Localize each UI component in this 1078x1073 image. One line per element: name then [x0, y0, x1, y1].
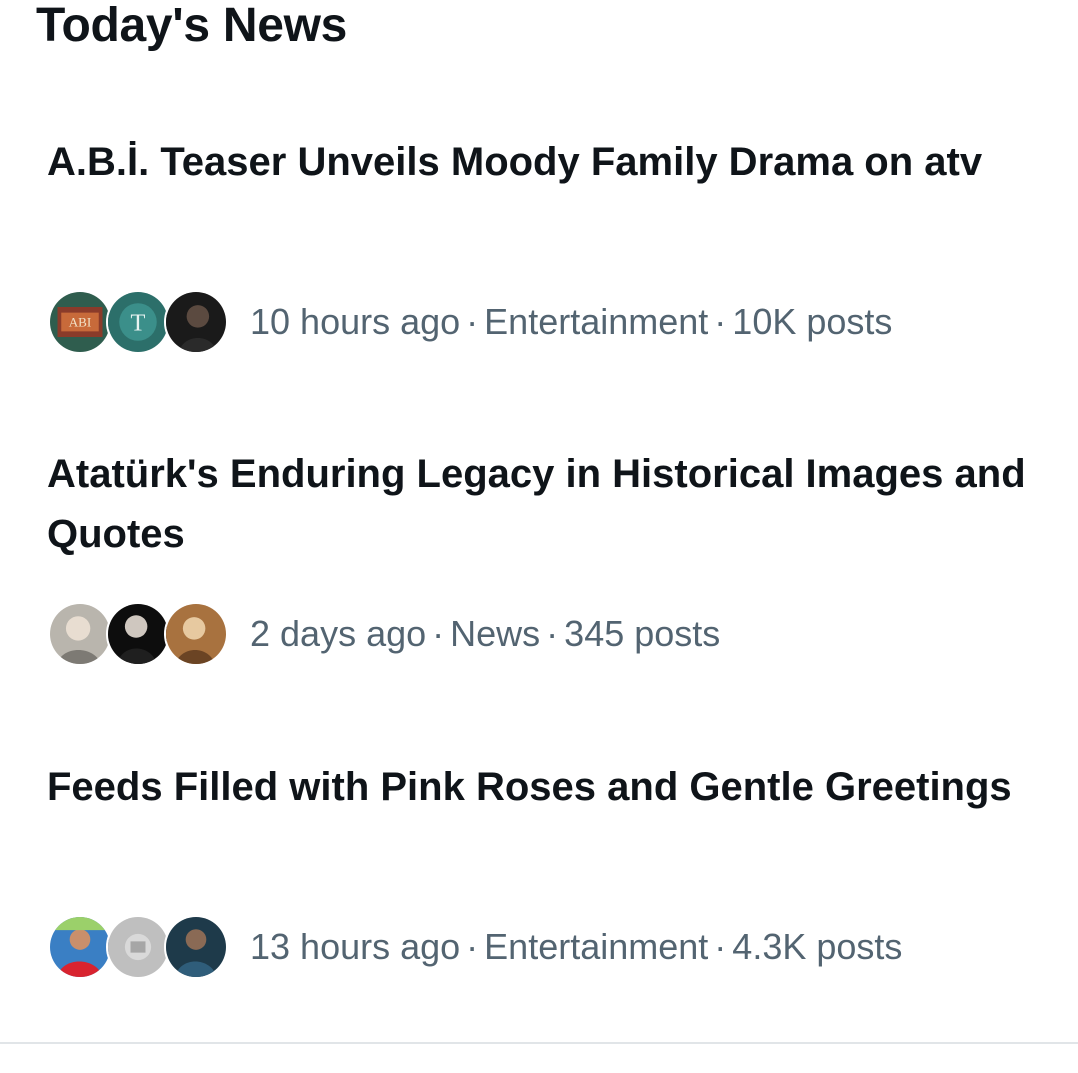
news-post-count: 345 posts: [564, 613, 721, 654]
separator-dot: ·: [466, 301, 479, 342]
avatar-stack: ABI T: [48, 288, 228, 356]
man-portrait-avatar: [106, 602, 170, 666]
separator-dot: ·: [466, 926, 479, 967]
news-time: 10 hours ago: [250, 301, 461, 342]
news-category: Entertainment: [484, 301, 709, 342]
separator-dot: ·: [546, 613, 559, 654]
sepia-portrait-avatar: [164, 602, 228, 666]
separator-dot: ·: [714, 301, 727, 342]
gray-image-avatar: [106, 915, 170, 979]
news-headline[interactable]: Feeds Filled with Pink Roses and Gentle …: [47, 757, 1047, 817]
news-time: 2 days ago: [250, 613, 427, 654]
news-headline[interactable]: Atatürk's Enduring Legacy in Historical …: [47, 444, 1047, 564]
abi-logo-avatar: ABI: [48, 290, 112, 354]
news-time: 13 hours ago: [250, 926, 461, 967]
news-meta: 13 hours ago · Entertainment · 4.3K posts: [48, 913, 1048, 981]
news-headline[interactable]: A.B.İ. Teaser Unveils Moody Family Drama…: [47, 132, 1047, 192]
separator-dot: ·: [432, 613, 445, 654]
t-logo-avatar: T: [106, 290, 170, 354]
man-portrait-avatar: [164, 915, 228, 979]
historical-portrait-avatar: [48, 602, 112, 666]
svg-text:T: T: [131, 309, 146, 336]
section-divider: [0, 1042, 1078, 1044]
news-item[interactable]: A.B.İ. Teaser Unveils Moody Family Drama…: [0, 132, 1078, 362]
avatar-stack: [48, 600, 228, 668]
news-post-count: 10K posts: [732, 301, 893, 342]
news-category: Entertainment: [484, 926, 709, 967]
news-item[interactable]: Feeds Filled with Pink Roses and Gentle …: [0, 757, 1078, 987]
avatar-stack: [48, 913, 228, 981]
news-meta: ABI T 10 hours ago · Entertainment · 10K pos…: [48, 288, 1048, 356]
man-portrait-avatar: [164, 290, 228, 354]
news-meta: 2 days ago · News · 345 posts: [48, 600, 1048, 668]
section-title: Today's News: [36, 0, 348, 52]
news-post-count: 4.3K posts: [732, 926, 903, 967]
news-item[interactable]: Atatürk's Enduring Legacy in Historical …: [0, 444, 1078, 674]
svg-text:ABI: ABI: [69, 315, 92, 330]
woman-portrait-avatar: [48, 915, 112, 979]
news-category: News: [450, 613, 541, 654]
separator-dot: ·: [714, 926, 727, 967]
